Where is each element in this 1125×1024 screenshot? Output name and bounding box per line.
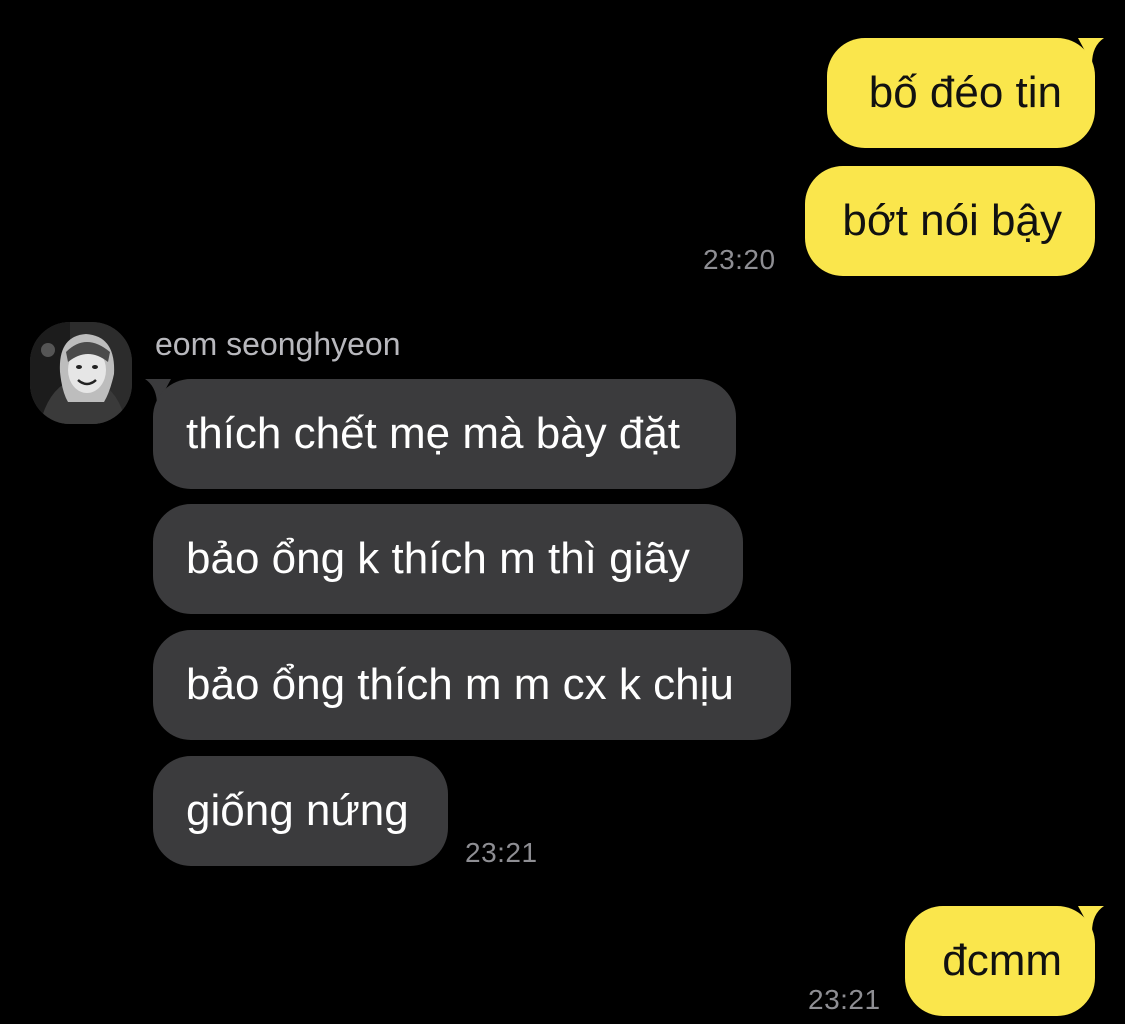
bubble-tail-icon xyxy=(1078,906,1104,932)
message-timestamp: 23:21 xyxy=(465,837,538,868)
message-timestamp: 23:21 xyxy=(808,984,881,1015)
outgoing-message[interactable]: bố đéo tin xyxy=(827,38,1095,148)
message-timestamp: 23:20 xyxy=(703,244,776,275)
bubble-tail-icon xyxy=(1078,38,1104,64)
avatar[interactable] xyxy=(30,322,132,424)
outgoing-message[interactable]: bớt nói bậy xyxy=(805,166,1095,276)
incoming-message[interactable]: bảo ổng thích m m cx k chịu xyxy=(153,630,791,740)
incoming-message[interactable]: giống nứng xyxy=(153,756,448,866)
outgoing-message[interactable]: đcmm xyxy=(905,906,1095,1016)
user-avatar-icon xyxy=(30,322,132,424)
incoming-message[interactable]: thích chết mẹ mà bày đặt xyxy=(153,379,736,489)
incoming-message[interactable]: bảo ổng k thích m thì giãy xyxy=(153,504,743,614)
sender-name: eom seonghyeon xyxy=(155,326,401,362)
